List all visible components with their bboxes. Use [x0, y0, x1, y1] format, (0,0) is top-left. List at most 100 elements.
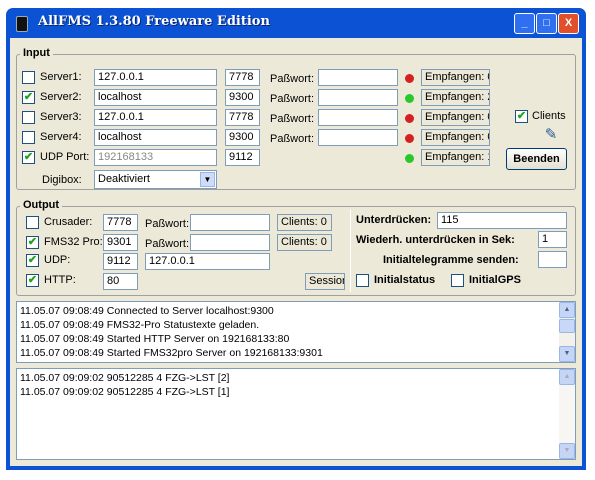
window-title: AllFMS 1.3.80 Freeware Edition: [38, 14, 270, 29]
app-window: AllFMS 1.3.80 Freeware Edition _ □ X Inp…: [6, 8, 586, 470]
server4-port[interactable]: 9300: [225, 129, 260, 146]
http-checkbox[interactable]: ✔: [26, 274, 39, 287]
server3-checkbox[interactable]: [22, 111, 35, 124]
telegram-log[interactable]: 11.05.07 09:09:02 90512285 4 FZG->LST [2…: [16, 368, 576, 460]
server4-label: Server4:: [40, 131, 82, 143]
udp-output-port[interactable]: 9112: [103, 253, 138, 270]
minimize-button[interactable]: _: [514, 13, 535, 34]
server3-pw-label: Paßwort:: [270, 113, 315, 125]
fms32-password[interactable]: [190, 234, 270, 251]
server3-password[interactable]: [318, 109, 398, 126]
udp-input-address[interactable]: 192168133: [94, 149, 217, 166]
udp-input-label: UDP Port:: [40, 151, 90, 163]
server3-host[interactable]: 127.0.0.1: [94, 109, 217, 126]
server1-status: Empfangen: 0: [421, 69, 490, 86]
scroll-up-icon[interactable]: ▲: [559, 369, 575, 385]
scroll-up-icon[interactable]: ▲: [559, 302, 575, 318]
log-line: 11.05.07 09:08:49 FMS32-Pro Statustexte …: [20, 319, 260, 331]
log-line: 11.05.07 09:08:49 Connected to Server lo…: [20, 305, 274, 317]
connection-log[interactable]: 11.05.07 09:08:49 Connected to Server lo…: [16, 301, 576, 363]
title-bar[interactable]: AllFMS 1.3.80 Freeware Edition _ □ X: [10, 8, 582, 38]
server3-status: Empfangen: 0: [421, 109, 490, 126]
output-divider: [350, 210, 351, 292]
server4-status-dot: [405, 134, 414, 143]
server1-label: Server1:: [40, 71, 82, 83]
udp-output-checkbox[interactable]: ✔: [26, 254, 39, 267]
fms32-port[interactable]: 9301: [103, 234, 138, 251]
server2-status-dot: [405, 94, 414, 103]
server2-label: Server2:: [40, 91, 82, 103]
server1-pw-label: Paßwort:: [270, 73, 315, 85]
clients-checkbox[interactable]: ✔: [515, 110, 528, 123]
server2-password[interactable]: [318, 89, 398, 106]
app-icon: [16, 16, 28, 32]
initialtelegramme-input[interactable]: [538, 251, 567, 268]
digibox-select[interactable]: Deaktiviert ▼: [94, 170, 217, 189]
scroll-down-icon[interactable]: ▼: [559, 346, 575, 362]
udp-output-address[interactable]: 127.0.0.1: [145, 253, 270, 270]
initialstatus-label: Initialstatus: [374, 274, 436, 286]
wiederh-label: Wiederh. unterdrücken in Sek:: [356, 234, 515, 246]
server3-label: Server3:: [40, 111, 82, 123]
crusader-checkbox[interactable]: [26, 216, 39, 229]
fms32-pw-label: Paßwort:: [145, 238, 190, 250]
server4-checkbox[interactable]: [22, 131, 35, 144]
chevron-down-icon[interactable]: ▼: [200, 172, 215, 187]
server4-host[interactable]: localhost: [94, 129, 217, 146]
fms32-checkbox[interactable]: ✔: [26, 236, 39, 249]
udp-output-label: UDP:: [44, 254, 71, 266]
fms32-label: FMS32 Pro:: [44, 236, 103, 248]
digibox-label: Digibox:: [42, 174, 82, 186]
udp-input-status: Empfangen: 1: [421, 149, 490, 166]
http-status: Sessions: 0: [305, 273, 345, 290]
server1-port[interactable]: 7778: [225, 69, 260, 86]
udp-input-port[interactable]: 9112: [225, 149, 260, 166]
server1-password[interactable]: [318, 69, 398, 86]
server4-status: Empfangen: 0: [421, 129, 490, 146]
server4-password[interactable]: [318, 129, 398, 146]
server2-port[interactable]: 9300: [225, 89, 260, 106]
server2-pw-label: Paßwort:: [270, 93, 315, 105]
server2-status: Empfangen: 2: [421, 89, 490, 106]
crusader-label: Crusader:: [44, 216, 93, 228]
fms32-status: Clients: 0: [277, 234, 332, 251]
initialtelegramme-label: Initialtelegramme senden:: [383, 254, 519, 266]
clients-label: Clients: [532, 110, 566, 122]
log2-scrollbar[interactable]: ▲ ▼: [559, 369, 575, 459]
input-legend: Input: [20, 47, 53, 59]
crusader-port[interactable]: 7778: [103, 214, 138, 231]
server3-status-dot: [405, 114, 414, 123]
initialgps-checkbox[interactable]: [451, 274, 464, 287]
crusader-pw-label: Paßwort:: [145, 218, 190, 230]
initialgps-label: InitialGPS: [469, 274, 521, 286]
telegram-line: 11.05.07 09:09:02 90512285 4 FZG->LST [2…: [20, 372, 230, 384]
udp-input-checkbox[interactable]: ✔: [22, 151, 35, 164]
scroll-down-icon[interactable]: ▼: [559, 443, 575, 459]
telegram-line: 11.05.07 09:09:02 90512285 4 FZG->LST [1…: [20, 386, 230, 398]
client-area: Input Server1: 127.0.0.1 7778 Paßwort: E…: [10, 38, 582, 466]
initialstatus-checkbox[interactable]: [356, 274, 369, 287]
crusader-status: Clients: 0: [277, 214, 332, 231]
http-port[interactable]: 80: [103, 273, 138, 290]
server4-pw-label: Paßwort:: [270, 133, 315, 145]
output-legend: Output: [20, 199, 63, 211]
server1-host[interactable]: 127.0.0.1: [94, 69, 217, 86]
udp-input-status-dot: [405, 154, 414, 163]
server1-status-dot: [405, 74, 414, 83]
log1-scroll-thumb[interactable]: [559, 319, 575, 333]
server1-checkbox[interactable]: [22, 71, 35, 84]
server3-port[interactable]: 7778: [225, 109, 260, 126]
wiederh-input[interactable]: 1: [538, 231, 567, 248]
close-button[interactable]: X: [558, 13, 579, 34]
beenden-button[interactable]: Beenden: [506, 148, 567, 170]
unterdruecken-input[interactable]: 115: [437, 212, 567, 229]
digibox-value: Deaktiviert: [98, 173, 150, 185]
maximize-button[interactable]: □: [536, 13, 557, 34]
log1-scrollbar[interactable]: ▲ ▼: [559, 302, 575, 362]
crusader-password[interactable]: [190, 214, 270, 231]
http-label: HTTP:: [44, 274, 76, 286]
server2-checkbox[interactable]: ✔: [22, 91, 35, 104]
server2-host[interactable]: localhost: [94, 89, 217, 106]
log-line: 11.05.07 09:08:49 Started HTTP Server on…: [20, 333, 290, 345]
clients-edit-icon[interactable]: ✎: [541, 127, 561, 143]
